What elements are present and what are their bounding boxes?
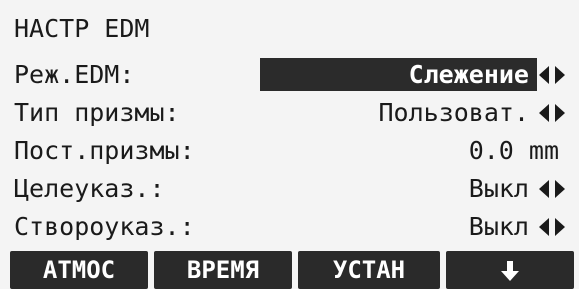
guide-light-label: Створоуказ.: xyxy=(14,212,195,241)
softkey-f4-page-down[interactable] xyxy=(446,251,574,289)
screen-title: НАСТР EDM xyxy=(14,14,150,43)
row-edm-mode[interactable]: Реж.EDM: Слежение xyxy=(0,58,579,92)
softkey-f3-setup[interactable]: УСТАН xyxy=(298,251,440,289)
softkey-f2-time[interactable]: ВРЕМЯ xyxy=(154,251,292,289)
row-guide-light[interactable]: Створоуказ.: Выкл xyxy=(0,210,579,244)
softkey-bar: ATMOC ВРЕМЯ УСТАН xyxy=(0,251,579,289)
softkey-f1-atmos[interactable]: ATMOC xyxy=(10,251,148,289)
left-right-arrows-icon[interactable] xyxy=(537,216,567,238)
left-right-arrows-icon[interactable] xyxy=(537,178,567,200)
arrow-down-icon xyxy=(501,261,519,281)
prism-constant-label: Пост.призмы: xyxy=(14,136,195,165)
left-right-arrows-icon[interactable] xyxy=(537,102,567,124)
prism-constant-value: 0.0 mm xyxy=(468,136,559,165)
edm-mode-label: Реж.EDM: xyxy=(14,60,135,89)
target-pointer-label: Целеуказ.: xyxy=(14,174,165,203)
target-pointer-value[interactable]: Выкл xyxy=(469,174,529,204)
edm-settings-screen: НАСТР EDM Реж.EDM: Слежение Тип призмы: … xyxy=(0,0,579,289)
guide-light-value[interactable]: Выкл xyxy=(469,212,529,242)
row-prism-constant[interactable]: Пост.призмы: 0.0 mm xyxy=(0,134,579,168)
prism-type-label: Тип призмы: xyxy=(14,98,180,127)
prism-type-value[interactable]: Пользоват. xyxy=(378,98,529,128)
left-right-arrows-icon[interactable] xyxy=(537,64,567,86)
row-prism-type[interactable]: Тип призмы: Пользоват. xyxy=(0,96,579,130)
edm-mode-value[interactable]: Слежение xyxy=(409,60,529,90)
row-target-pointer[interactable]: Целеуказ.: Выкл xyxy=(0,172,579,206)
